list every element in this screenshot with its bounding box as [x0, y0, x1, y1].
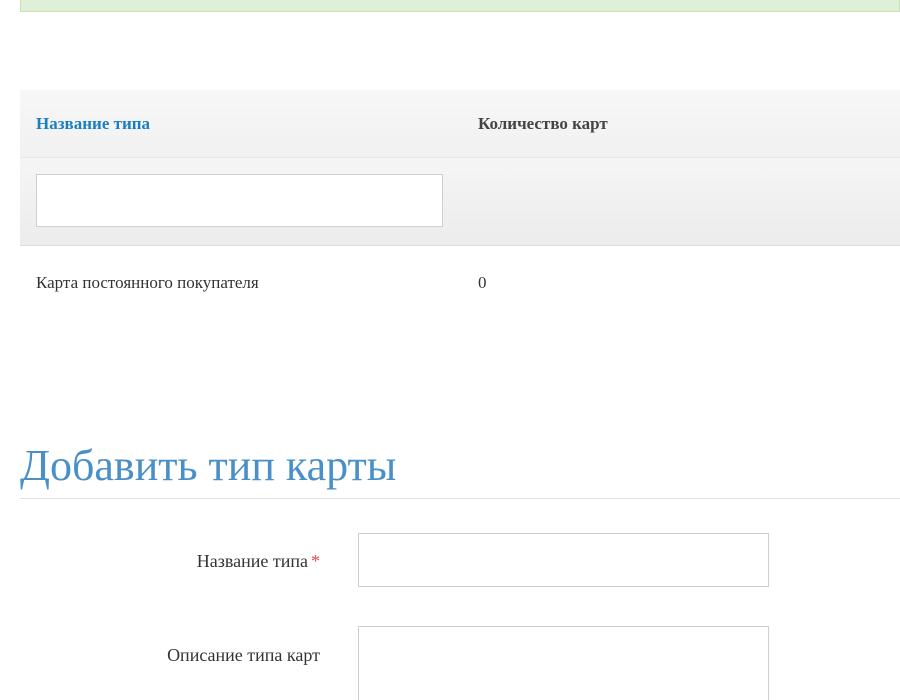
description-label: Описание типа карт: [167, 645, 320, 665]
column-header-card-count: Количество карт: [478, 114, 608, 133]
grid-header: Название типа Количество карт: [20, 90, 900, 158]
card-types-grid: Название типа Количество карт Карта пост…: [20, 90, 900, 318]
page: Название типа Количество карт Карта пост…: [0, 0, 900, 700]
row-type-name: Карта постоянного покупателя: [36, 273, 259, 292]
type-name-label-text: Название типа: [196, 551, 308, 571]
form-title: Добавить тип карты: [20, 441, 397, 490]
title-divider: [20, 498, 900, 499]
description-textarea[interactable]: [358, 626, 769, 700]
row-card-count: 0: [478, 273, 487, 292]
grid-filter-row: [20, 158, 900, 246]
required-marker: *: [311, 551, 320, 571]
table-row[interactable]: Карта постоянного покупателя 0: [20, 246, 900, 318]
type-name-input[interactable]: [358, 533, 769, 587]
success-banner: [20, 0, 900, 12]
column-header-type-name[interactable]: Название типа: [36, 114, 150, 134]
type-name-label: Название типа *: [0, 551, 320, 572]
type-name-filter-input[interactable]: [36, 174, 443, 227]
